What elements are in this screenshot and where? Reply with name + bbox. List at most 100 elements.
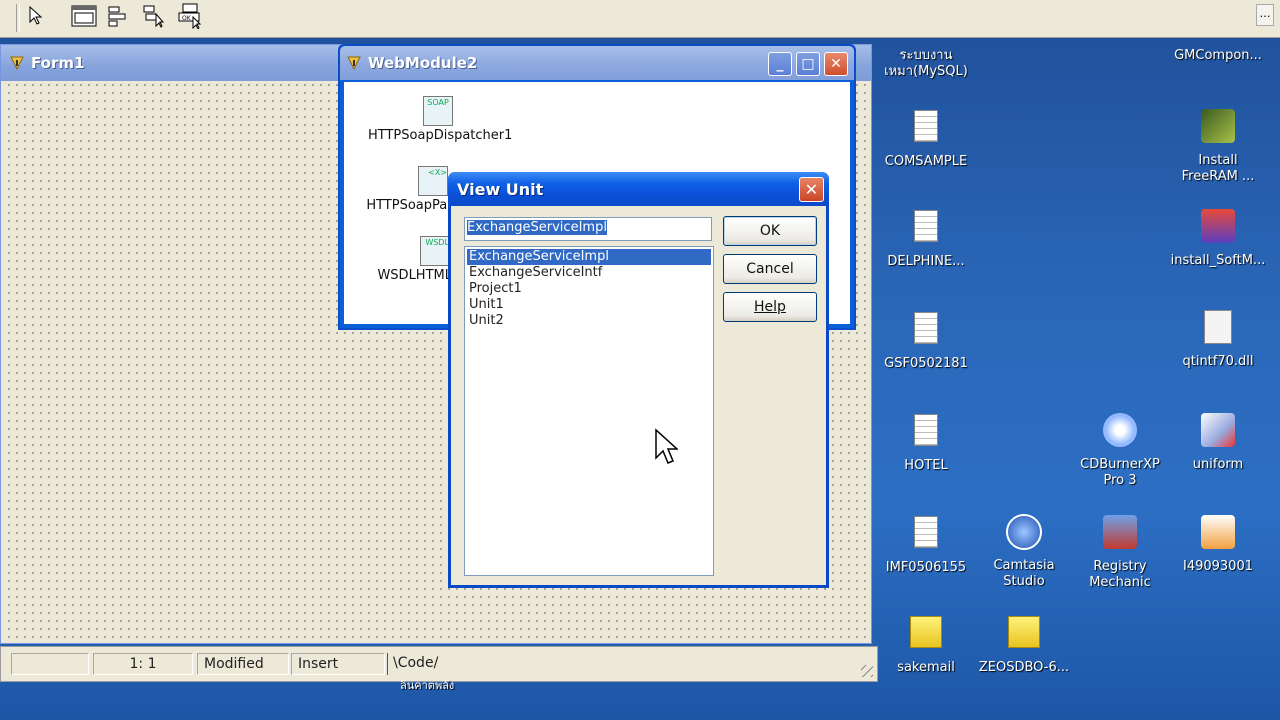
image-icon xyxy=(1200,515,1236,555)
desktop-icon[interactable]: install_SoftM... xyxy=(1170,206,1266,269)
chip-icon xyxy=(1200,109,1236,149)
desktop-icon[interactable]: CDBurnerXP Pro 3 xyxy=(1072,410,1168,489)
help-button[interactable]: Help xyxy=(723,292,817,322)
tab-code[interactable]: \Code/ xyxy=(393,655,438,671)
notepad-icon xyxy=(908,516,944,556)
desktop-icon[interactable]: Install FreeRAM ... xyxy=(1170,106,1266,185)
zip-icon xyxy=(908,616,944,656)
zip-icon xyxy=(1006,616,1042,656)
unit-list[interactable]: ExchangeServiceImpl ExchangeServiceIntf Pr… xyxy=(464,246,714,576)
desktop-icon[interactable]: qtintf70.dll xyxy=(1170,308,1266,370)
resize-grip[interactable] xyxy=(861,665,873,677)
desktop-icon-label: ระบบงาน เหมา(MySQL) xyxy=(884,48,968,79)
delphi-icon xyxy=(10,56,24,71)
ok-button[interactable]: OK xyxy=(723,216,817,246)
component-label: WSDLHTML xyxy=(377,268,452,283)
unit-name-value: ExchangeServiceImpl xyxy=(467,220,607,235)
desktop-icon-label: install_SoftM... xyxy=(1170,253,1266,268)
desktop-icon-label: Camtasia Studio xyxy=(993,558,1055,589)
soap-dispatcher-component[interactable]: SOAP HTTPSoapDispatcher1 xyxy=(368,96,512,143)
desktop-icon-label: I49093001 xyxy=(1182,559,1253,574)
registry-icon xyxy=(1102,515,1138,555)
camtasia-icon xyxy=(1006,514,1042,554)
component-label: HTTPSoapPas xyxy=(366,198,454,213)
taskbar-label: ลินคาตพลัง xyxy=(400,679,455,692)
maximize-button[interactable]: □ xyxy=(796,52,820,76)
status-blank-cell xyxy=(11,653,89,675)
tab-divider xyxy=(387,653,388,675)
desktop-icon-label: IMF0506155 xyxy=(885,560,967,575)
installer-icon xyxy=(1200,209,1236,249)
xml-icon: <X> xyxy=(418,166,448,196)
cancel-button[interactable]: Cancel xyxy=(723,254,817,284)
dialog-titlebar[interactable]: View Unit ✕ xyxy=(448,172,829,206)
component-label: HTTPSoapDispatcher1 xyxy=(368,128,513,143)
component-palette-toolbar: OK … xyxy=(0,0,1280,38)
mouse-cursor-icon xyxy=(655,428,678,464)
align-component-icon[interactable] xyxy=(104,2,132,30)
cursor-position: 1: 1 xyxy=(93,653,193,675)
desktop-icon[interactable]: ระบบงาน เหมา(MySQL) xyxy=(878,48,974,80)
soap-pascal-invoker-component[interactable]: <X> HTTPSoapPas xyxy=(354,166,454,213)
svg-text:OK: OK xyxy=(182,15,192,22)
desktop-icon[interactable]: ZEOSDBO-6... xyxy=(976,612,1072,676)
notepad-icon xyxy=(908,210,944,250)
webmodule2-title: WebModule2 xyxy=(368,54,478,72)
help-label: Help xyxy=(754,299,786,315)
notepad-icon xyxy=(908,312,944,352)
toolbar-separator xyxy=(16,4,20,32)
unit-list-item[interactable]: Unit2 xyxy=(467,313,711,329)
paint-icon xyxy=(1200,413,1236,453)
desktop-icon[interactable]: sakemail xyxy=(878,612,974,676)
dialog-body: ExchangeServiceImpl ExchangeServiceImpl E… xyxy=(451,206,826,585)
desktop-icon-label: COMSAMPLE xyxy=(884,154,968,169)
toolbar-more-button[interactable]: … xyxy=(1256,4,1274,26)
dialog-title: View Unit xyxy=(457,179,544,199)
soap-icon: SOAP xyxy=(423,96,453,126)
desktop-icon-label: GSF0502181 xyxy=(884,356,968,371)
desktop-icon-label: GMCompon... xyxy=(1174,48,1262,63)
wsdl-icon: WSDL xyxy=(420,236,450,266)
close-button[interactable]: ✕ xyxy=(824,52,848,76)
insert-mode-indicator: Insert xyxy=(291,653,385,675)
desktop-icon[interactable]: IMF0506155 xyxy=(878,512,974,576)
form1-title: Form1 xyxy=(31,54,85,72)
code-tab-label: Code xyxy=(397,655,434,671)
desktop-icon[interactable]: GSF0502181 xyxy=(878,308,974,372)
dll-icon xyxy=(1200,310,1236,350)
delphi-icon xyxy=(347,56,361,71)
notepad-icon xyxy=(908,414,944,454)
desktop-icon[interactable]: HOTEL xyxy=(878,410,974,474)
desktop-icon-label: ZEOSDBO-6... xyxy=(978,660,1070,675)
unit-list-item[interactable]: ExchangeServiceIntf xyxy=(467,265,711,281)
unit-list-item[interactable]: ExchangeServiceImpl xyxy=(467,249,711,265)
frame-component-icon[interactable] xyxy=(70,2,98,30)
desktop-icon[interactable]: COMSAMPLE xyxy=(878,106,974,170)
menu-component-icon[interactable]: OK xyxy=(176,2,204,30)
unit-name-input[interactable]: ExchangeServiceImpl xyxy=(464,217,712,241)
desktop-icon-label: Install FreeRAM ... xyxy=(1181,153,1255,184)
pointer-tool-icon[interactable] xyxy=(22,2,50,30)
view-unit-dialog[interactable]: View Unit ✕ ExchangeServiceImpl Exchange… xyxy=(448,172,829,588)
modified-indicator: Modified xyxy=(197,653,289,675)
minimize-button[interactable]: _ xyxy=(768,52,792,76)
desktop-icon[interactable]: GMCompon... xyxy=(1170,48,1266,64)
cd-icon xyxy=(1102,413,1138,453)
desktop-icon[interactable]: DELPHINE... xyxy=(878,206,974,270)
notepad-icon xyxy=(908,110,944,150)
dialog-close-button[interactable]: ✕ xyxy=(799,177,824,202)
wsdl-publisher-component[interactable]: WSDL WSDLHTML xyxy=(372,236,452,283)
action-component-icon[interactable] xyxy=(140,2,168,30)
desktop-icon[interactable]: I49093001 xyxy=(1170,512,1266,575)
desktop-icon[interactable]: uniform xyxy=(1170,410,1266,473)
desktop-icon[interactable]: Camtasia Studio xyxy=(976,512,1072,590)
desktop-icon-label: Registry Mechanic xyxy=(1089,559,1151,590)
desktop-icon-label: CDBurnerXP Pro 3 xyxy=(1080,457,1160,488)
desktop-icon-label: uniform xyxy=(1192,457,1244,472)
desktop-icon-label: HOTEL xyxy=(904,458,948,473)
unit-list-item[interactable]: Unit1 xyxy=(467,297,711,313)
desktop-icon[interactable]: Registry Mechanic xyxy=(1072,512,1168,591)
desktop-icon-label: DELPHINE... xyxy=(887,254,965,269)
desktop-icon-label: sakemail xyxy=(897,660,955,675)
unit-list-item[interactable]: Project1 xyxy=(467,281,711,297)
